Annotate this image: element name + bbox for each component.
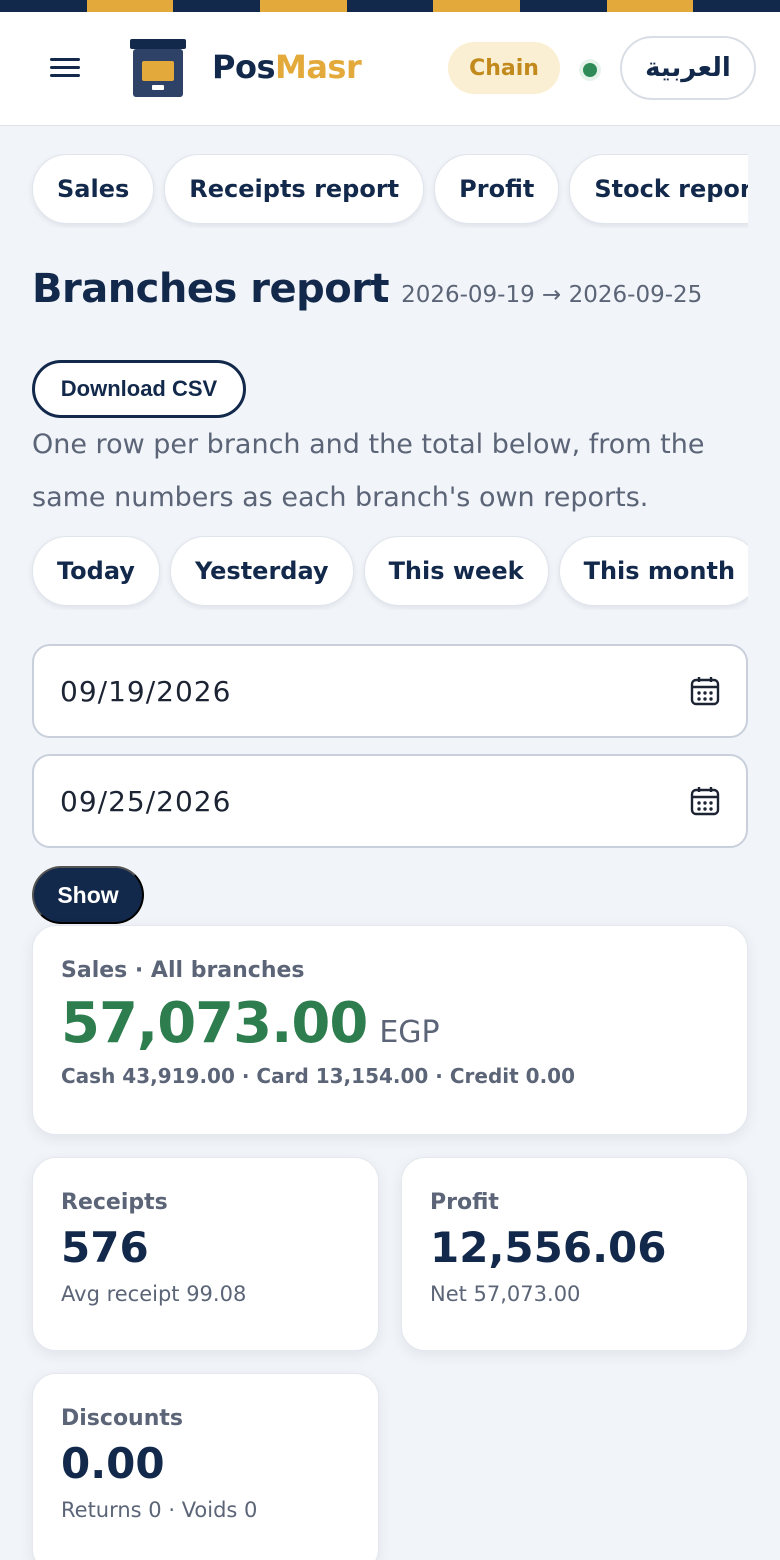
- discounts-sub: Returns 0 · Voids 0: [61, 1498, 258, 1522]
- discounts-value: 0.00: [61, 1439, 165, 1488]
- profit-label: Profit: [430, 1190, 499, 1215]
- receipts-label: Receipts: [61, 1190, 168, 1215]
- date-range: 2026-09-19 → 2026-09-25: [401, 282, 703, 308]
- tab-sales[interactable]: Sales: [32, 154, 155, 224]
- period-chips: Today Yesterday This week This month La: [0, 536, 748, 610]
- top-brand-stripe: [0, 0, 780, 12]
- discounts-card: Discounts 0.00 Returns 0 · Voids 0: [32, 1373, 379, 1560]
- top-bar: PosMasr Chain العربية: [0, 12, 780, 126]
- sales-breakdown: Cash 43,919.00 · Card 13,154.00 · Credit…: [61, 1064, 576, 1088]
- online-status-icon: [579, 59, 601, 81]
- receipts-value: 576: [61, 1223, 149, 1272]
- sales-summary-card: Sales · All branches 57,073.00 EGP Cash …: [32, 925, 748, 1135]
- sales-currency: EGP: [379, 1015, 440, 1050]
- calendar-icon[interactable]: [690, 676, 720, 706]
- sales-amount-row: 57,073.00 EGP: [61, 991, 719, 1056]
- tab-receipts-report[interactable]: Receipts report: [164, 154, 425, 224]
- menu-icon[interactable]: [50, 58, 80, 80]
- page-title: Branches report: [32, 266, 390, 312]
- chip-this-month[interactable]: This month: [558, 536, 748, 606]
- brand-name: PosMasr: [212, 48, 362, 86]
- to-date-value: 09/25/2026: [60, 784, 232, 818]
- profit-sub: Net 57,073.00: [430, 1282, 581, 1306]
- from-date-field[interactable]: 09/19/2026: [32, 644, 748, 738]
- sales-amount: 57,073.00: [61, 991, 368, 1056]
- chip-yesterday[interactable]: Yesterday: [169, 536, 354, 606]
- profit-value: 12,556.06: [430, 1223, 667, 1272]
- tab-profit[interactable]: Profit: [434, 154, 560, 224]
- brand-pos: Pos: [212, 48, 275, 86]
- tab-stock-report[interactable]: Stock report: [569, 154, 748, 224]
- report-description: One row per branch and the total below, …: [32, 429, 705, 513]
- chip-this-week[interactable]: This week: [363, 536, 549, 606]
- report-tabs: Sales Receipts report Profit Stock repor…: [0, 154, 748, 228]
- to-date-field[interactable]: 09/25/2026: [32, 754, 748, 848]
- logo-icon: [130, 39, 186, 97]
- calendar-icon[interactable]: [690, 786, 720, 816]
- language-toggle-button[interactable]: العربية: [620, 36, 756, 100]
- profit-card: Profit 12,556.06 Net 57,073.00: [401, 1157, 748, 1351]
- title-row: Branches report 2026-09-19 → 2026-09-25: [32, 266, 702, 312]
- chip-today[interactable]: Today: [32, 536, 160, 606]
- brand-masr: Masr: [274, 48, 362, 86]
- receipts-card: Receipts 576 Avg receipt 99.08: [32, 1157, 379, 1351]
- sales-card-label: Sales · All branches: [61, 958, 305, 983]
- download-csv-button[interactable]: Download CSV: [32, 360, 246, 418]
- chain-badge: Chain: [448, 42, 560, 94]
- receipts-sub: Avg receipt 99.08: [61, 1282, 247, 1306]
- discounts-label: Discounts: [61, 1406, 183, 1431]
- show-button[interactable]: Show: [32, 866, 144, 924]
- from-date-value: 09/19/2026: [60, 674, 232, 708]
